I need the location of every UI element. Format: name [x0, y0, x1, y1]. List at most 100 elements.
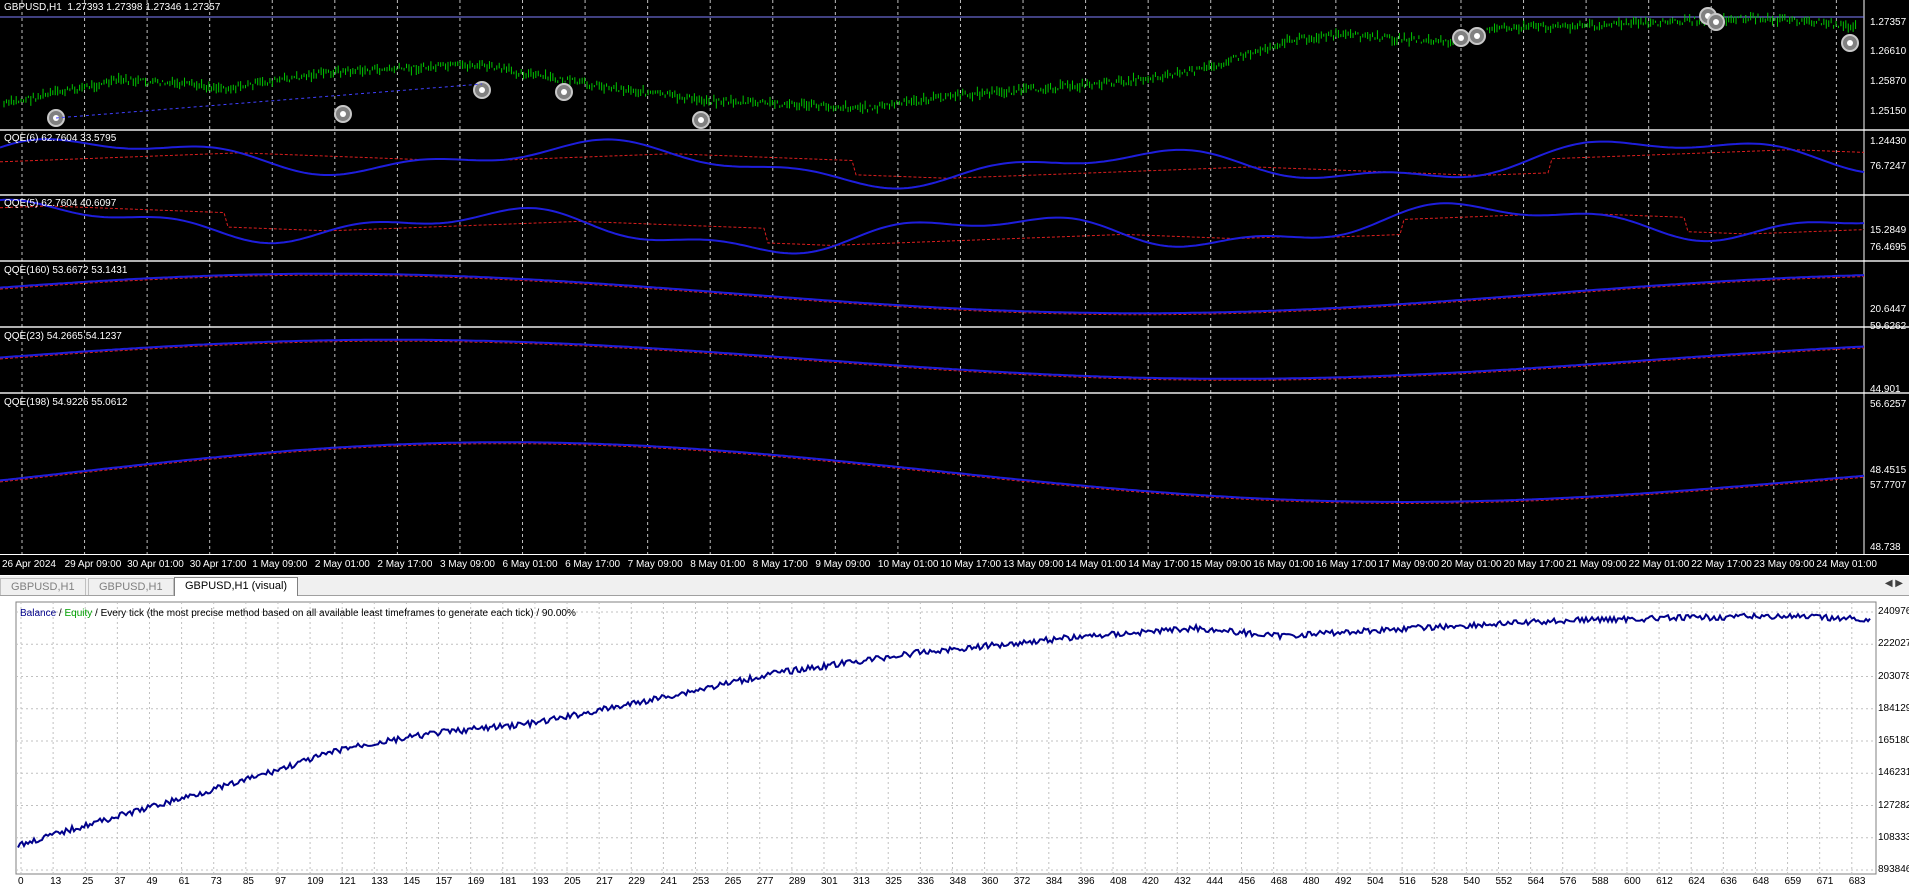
graph-x-label: 229: [628, 876, 645, 887]
time-axis-label: 3 May 09:00: [439, 559, 495, 570]
graph-x-label: 348: [949, 876, 967, 887]
graph-legend: Balance / Equity / Every tick (the most …: [20, 608, 576, 619]
graph-y-label: 893846: [1878, 864, 1909, 875]
time-axis-label: 20 May 17:00: [1503, 559, 1565, 570]
trade-marker-dot: [1847, 40, 1853, 46]
graph-x-label: 241: [660, 876, 678, 887]
trade-marker-dot: [1458, 35, 1464, 41]
graph-frame: [15, 601, 1877, 875]
graph-x-label: 109: [307, 876, 324, 887]
graph-x-label: 313: [853, 876, 870, 887]
graph-x-label: 588: [1591, 876, 1609, 887]
time-axis-label: 7 May 09:00: [627, 559, 683, 570]
graph-x-label: 576: [1559, 876, 1577, 887]
chart-canvas[interactable]: [0, 0, 1909, 574]
chevron-right-icon[interactable]: ▶: [1895, 578, 1903, 589]
graph-x-label: 480: [1302, 876, 1320, 887]
time-axis-label: 15 May 09:00: [1190, 559, 1252, 570]
qqe-main-line: [0, 441, 1865, 503]
tab-gbpusd-h1[interactable]: GBPUSD,H1: [88, 578, 174, 595]
time-axis[interactable]: 26 Apr 2024 29 Apr 09:00 30 Apr 01:00 30 Ap…: [0, 554, 1909, 575]
graph-x-label: 420: [1142, 876, 1159, 887]
time-axis-label: 10 May 01:00: [877, 559, 939, 570]
time-axis-label: 22 May 01:00: [1628, 559, 1690, 570]
graph-x-label: 492: [1334, 876, 1352, 887]
qqe6-scale-bottom: 15.2849: [1870, 225, 1907, 236]
tester-graph: [0, 598, 1909, 888]
graph-x-label: 612: [1656, 876, 1673, 887]
graph-x-label: 600: [1623, 876, 1641, 887]
graph-x-label: 169: [467, 876, 485, 887]
graph-x-label: 336: [917, 876, 935, 887]
graph-x-label: 432: [1174, 876, 1191, 887]
graph-x-label: 61: [178, 876, 190, 887]
pane-separator: [0, 129, 1909, 131]
graph-x-label: 408: [1110, 876, 1127, 887]
graph-x-label: 384: [1045, 876, 1063, 887]
graph-x-label: 444: [1206, 876, 1224, 887]
graph-x-label: 301: [820, 876, 838, 887]
time-axis-label: 1 May 09:00: [252, 559, 308, 570]
graph-x-label: 671: [1816, 876, 1834, 887]
tab-gbpusd-h1[interactable]: GBPUSD,H1: [0, 578, 86, 595]
chart-window[interactable]: GBPUSD,H1 1.27393 1.27398 1.27346 1.2735…: [0, 0, 1909, 575]
qqe-signal-line: [0, 205, 1865, 246]
graph-x-label: 683: [1848, 876, 1866, 887]
graph-x-label: 564: [1527, 876, 1545, 887]
time-axis-label: 9 May 09:00: [815, 559, 871, 570]
graph-x-label: 85: [242, 876, 254, 887]
qqe-main-line: [0, 138, 1865, 190]
tab-scroll-arrows[interactable]: ◀ ▶: [1885, 578, 1903, 589]
time-axis-label: 30 Apr 17:00: [189, 559, 247, 570]
time-axis-label: 2 May 01:00: [314, 559, 370, 570]
time-axis-label: 21 May 09:00: [1566, 559, 1627, 570]
graph-x-label: 648: [1752, 876, 1770, 887]
symbol-header: GBPUSD,H1 1.27393 1.27398 1.27346 1.2735…: [4, 2, 221, 13]
graph-x-label: 157: [435, 876, 453, 887]
chevron-left-icon[interactable]: ◀: [1885, 578, 1893, 589]
graph-x-label: 528: [1431, 876, 1448, 887]
time-axis-label: 8 May 01:00: [690, 559, 746, 570]
graph-x-label: 25: [82, 876, 94, 887]
qqe160-scale-bottom: 44.901: [1870, 384, 1901, 395]
trade-marker-dot: [1474, 33, 1480, 39]
graph-x-label: 516: [1399, 876, 1416, 887]
time-axis-label: 29 Apr 09:00: [64, 559, 122, 570]
qqe5-scale-top: 76.4695: [1870, 242, 1907, 253]
time-axis-label: 26 Apr 2024: [2, 559, 56, 570]
graph-x-label: 372: [1013, 876, 1031, 887]
trade-marker-dot: [340, 111, 346, 117]
graph-x-label: 0: [18, 876, 24, 887]
time-axis-label: 30 Apr 01:00: [127, 559, 184, 570]
graph-x-label: 181: [499, 876, 517, 887]
graph-x-label: 37: [114, 876, 126, 887]
tab-gbpusd-h1-visual[interactable]: GBPUSD,H1 (visual): [174, 577, 299, 596]
qqe5-label: QQE(5) 62.7604 40.6097: [4, 198, 117, 209]
graph-x-label: 552: [1495, 876, 1513, 887]
graph-x-label: 193: [531, 876, 549, 887]
qqe6-label: QQE(6) 62.7604 33.5795: [4, 133, 117, 144]
graph-x-label: 360: [981, 876, 999, 887]
legend-balance: Balance: [20, 608, 57, 619]
price-scale-label: 1.27357: [1870, 17, 1907, 28]
graph-y-label: 1462317: [1878, 767, 1909, 779]
qqe198-label: QQE(198) 54.9226 55.0612: [4, 397, 128, 408]
time-axis-label: 17 May 09:00: [1378, 559, 1440, 570]
price-scale-label: 1.25150: [1870, 106, 1907, 117]
time-axis-label: 8 May 17:00: [752, 559, 808, 570]
graph-y-label: 2030788: [1878, 670, 1909, 682]
price-scale-label: 1.24430: [1870, 136, 1907, 147]
time-axis-label: 24 May 01:00: [1816, 559, 1877, 570]
graph-y-label: 2220278: [1878, 638, 1909, 650]
qqe198-scale-bottom: 48.738: [1870, 542, 1901, 553]
graph-y-label: 1651807: [1878, 735, 1909, 746]
graph-x-label: 217: [596, 876, 613, 887]
graph-x-label: 121: [339, 876, 356, 887]
time-axis-label: 16 May 01:00: [1253, 559, 1314, 570]
balance-graph-canvas: [15, 601, 1877, 875]
pane-separator: [0, 392, 1909, 394]
graph-y-label: 1841297: [1878, 702, 1909, 714]
trade-line: [55, 83, 483, 119]
time-axis-label: 22 May 17:00: [1691, 559, 1752, 570]
graph-x-label: 659: [1784, 876, 1802, 887]
